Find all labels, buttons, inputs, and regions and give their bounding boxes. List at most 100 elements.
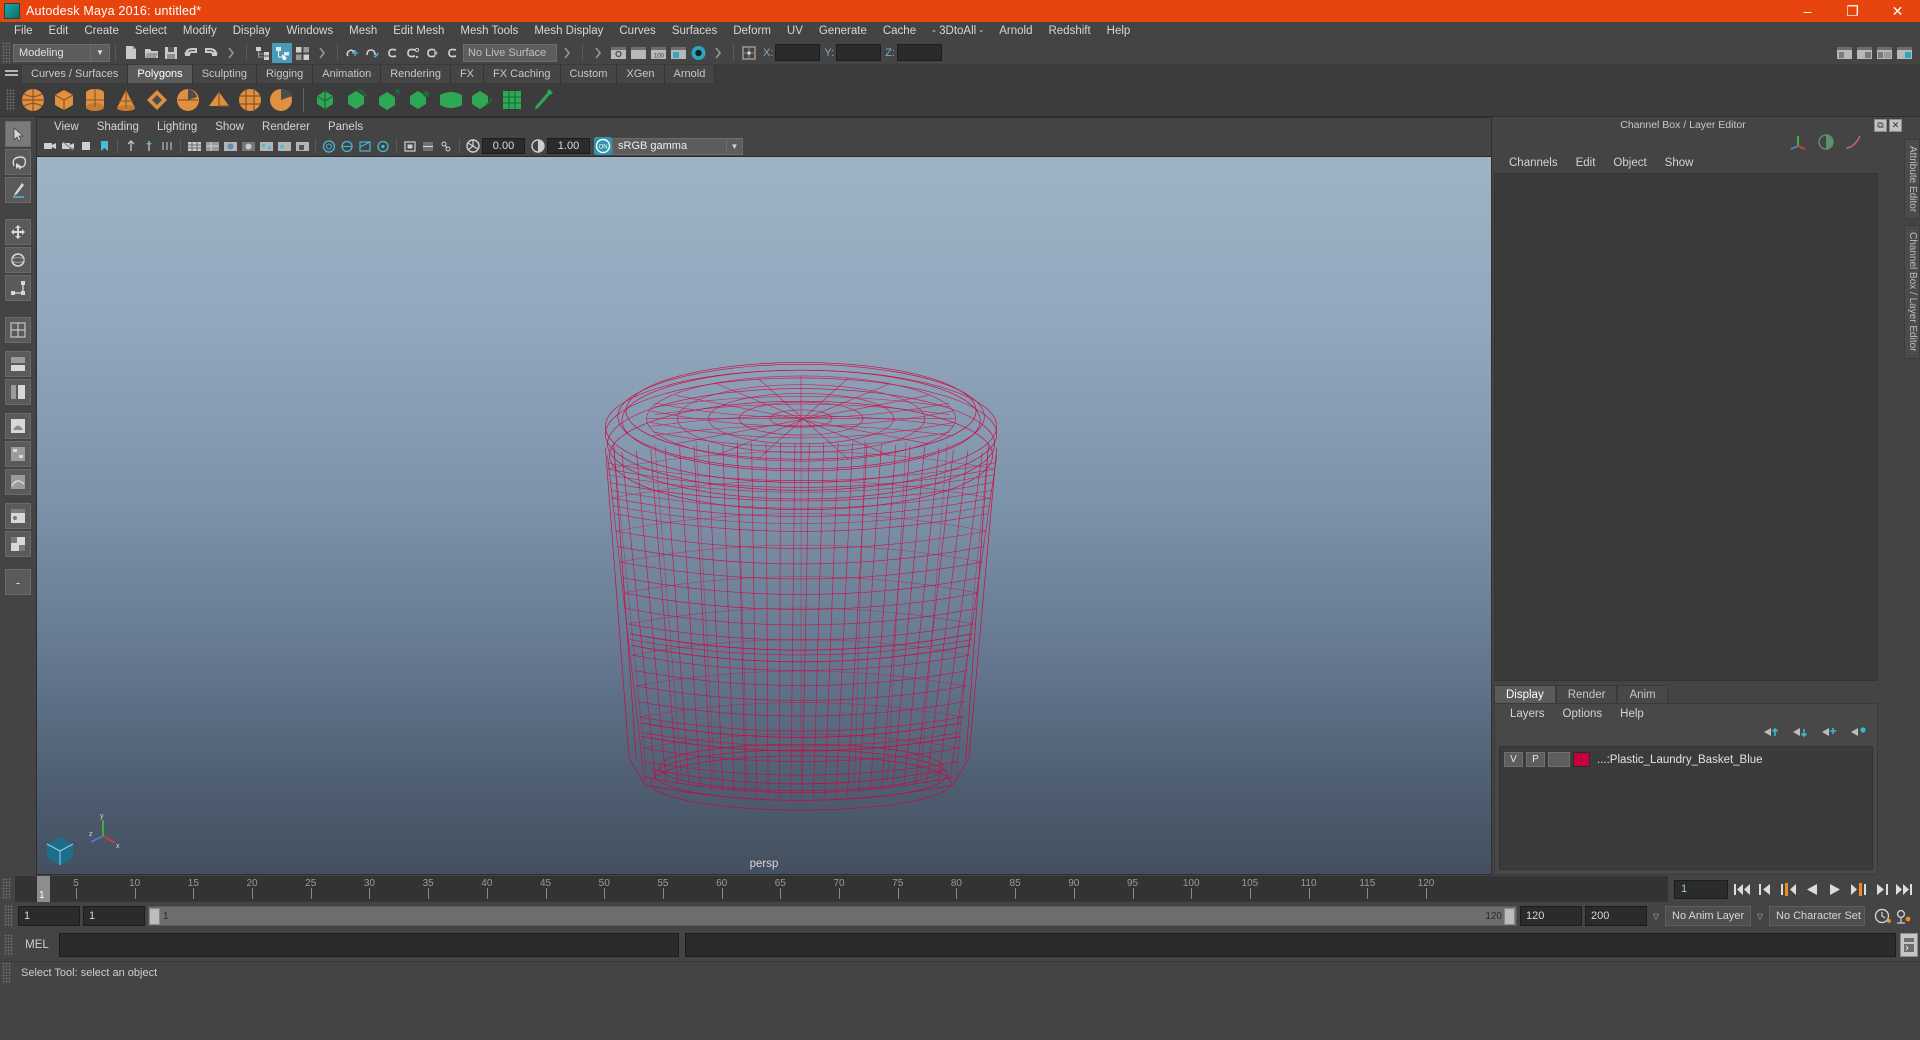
go-to-start-icon[interactable] xyxy=(1734,881,1751,898)
menu-select[interactable]: Select xyxy=(127,22,175,41)
shelf-tab-fx[interactable]: FX xyxy=(450,65,485,83)
layer-name-label[interactable]: ...:Plastic_Laundry_Basket_Blue xyxy=(1597,754,1763,766)
maximize-button[interactable]: ❐ xyxy=(1830,0,1875,22)
panel-undock-icon[interactable]: ⧉ xyxy=(1874,118,1887,132)
menu-help[interactable]: Help xyxy=(1099,22,1139,41)
play-forwards-icon[interactable] xyxy=(1826,881,1843,898)
menu-arnold[interactable]: Arnold xyxy=(991,22,1040,41)
layer-tab-render[interactable]: Render xyxy=(1555,685,1618,703)
paint-select-tool-button[interactable] xyxy=(5,177,31,203)
channel-menu-edit[interactable]: Edit xyxy=(1567,157,1605,169)
layout-outliner-persp-button[interactable] xyxy=(5,379,31,405)
show-hide-modeling-toolkit-icon[interactable] xyxy=(1834,43,1854,63)
layout-custom-button[interactable] xyxy=(5,531,31,557)
move-layer-down-icon[interactable] xyxy=(1792,726,1809,742)
show-hide-channel-box-right-icon[interactable] xyxy=(1894,43,1914,63)
command-language-label[interactable]: MEL xyxy=(15,939,59,951)
step-back-key-icon[interactable] xyxy=(1757,881,1774,898)
poly-helix-icon[interactable] xyxy=(265,84,296,115)
viewport-menu-panels[interactable]: Panels xyxy=(319,121,372,133)
auto-keyframe-toggle-icon[interactable] xyxy=(1874,908,1891,925)
smooth-shade-all-icon[interactable] xyxy=(239,137,257,155)
viewport-3d-canvas[interactable]: y x z persp xyxy=(37,157,1491,874)
menu-mesh-display[interactable]: Mesh Display xyxy=(526,22,611,41)
color-management-toggle-icon[interactable]: ON xyxy=(594,137,612,155)
smooth-icon[interactable] xyxy=(466,84,497,115)
time-slider-track[interactable]: 1 5 10 15 20 25 30 35 40 45 50 55 60 65 70 75 80 85 90 95 1… xyxy=(15,876,1668,902)
shelf-tab-xgen[interactable]: XGen xyxy=(617,65,665,83)
toolbar-grip[interactable] xyxy=(2,41,11,64)
layout-hypershade-button[interactable] xyxy=(5,503,31,529)
channel-menu-show[interactable]: Show xyxy=(1656,157,1703,169)
wireframe-on-shaded-icon[interactable] xyxy=(203,137,221,155)
layer-menu-options[interactable]: Options xyxy=(1554,708,1612,720)
toolbar-expander-icon[interactable] xyxy=(312,43,332,63)
make-live-icon[interactable] xyxy=(443,43,463,63)
live-surface-field[interactable]: No Live Surface xyxy=(463,43,557,62)
menu-curves[interactable]: Curves xyxy=(611,22,663,41)
show-hide-editors-icon[interactable] xyxy=(608,43,628,63)
grid-toggle-icon[interactable] xyxy=(158,137,176,155)
toolbar-expander-icon[interactable] xyxy=(557,43,577,63)
viewport-menu-renderer[interactable]: Renderer xyxy=(253,121,319,133)
viewport-menu-lighting[interactable]: Lighting xyxy=(148,121,206,133)
menu-3dtoall[interactable]: - 3DtoAll - xyxy=(924,22,991,41)
shelf-grip[interactable] xyxy=(6,88,15,111)
image-plane-icon[interactable] xyxy=(122,137,140,155)
menu-mesh-tools[interactable]: Mesh Tools xyxy=(452,22,526,41)
exposure-icon[interactable] xyxy=(464,137,482,155)
layer-tab-anim[interactable]: Anim xyxy=(1617,685,1668,703)
layer-list[interactable]: V P ...:Plastic_Laundry_Basket_Blue xyxy=(1499,746,1873,870)
animation-preferences-icon[interactable] xyxy=(1894,908,1911,925)
menu-uv[interactable]: UV xyxy=(779,22,811,41)
step-forward-frame-icon[interactable] xyxy=(1849,881,1866,898)
xray-joints-icon[interactable] xyxy=(437,137,455,155)
lasso-select-tool-button[interactable] xyxy=(5,149,31,175)
snap-to-projected-center-icon[interactable] xyxy=(403,43,423,63)
show-hide-attribute-editor-icon[interactable] xyxy=(628,43,648,63)
save-scene-icon[interactable] xyxy=(161,43,181,63)
shelf-tab-sculpting[interactable]: Sculpting xyxy=(192,65,257,83)
color-profile-selector[interactable]: sRGB gamma xyxy=(612,137,727,155)
isolate-select-icon[interactable] xyxy=(401,137,419,155)
smooth-shade-icon[interactable] xyxy=(221,137,239,155)
layer-tab-display[interactable]: Display xyxy=(1494,685,1556,703)
layout-more-button[interactable]: - xyxy=(5,569,31,595)
anim-start-field[interactable]: 1 xyxy=(18,906,80,926)
channel-menu-channels[interactable]: Channels xyxy=(1500,157,1567,169)
layer-visibility-toggle[interactable]: V xyxy=(1504,752,1523,767)
shadows-icon[interactable] xyxy=(293,137,311,155)
range-right-handle[interactable] xyxy=(1504,907,1515,925)
layout-graph-editor-button[interactable] xyxy=(5,469,31,495)
camera-attributes-icon[interactable] xyxy=(77,137,95,155)
color-profile-chevron-down-icon[interactable]: ▼ xyxy=(727,137,743,155)
shelf-tab-fx-caching[interactable]: FX Caching xyxy=(484,65,561,83)
shelf-tab-rendering[interactable]: Rendering xyxy=(381,65,451,83)
menu-generate[interactable]: Generate xyxy=(811,22,875,41)
coord-z-field[interactable] xyxy=(896,44,942,61)
go-to-end-icon[interactable] xyxy=(1895,881,1912,898)
character-set-field[interactable]: No Character Set xyxy=(1769,906,1865,926)
shelf-tab-custom[interactable]: Custom xyxy=(560,65,618,83)
show-hide-attr-editor-right-icon[interactable] xyxy=(1854,43,1874,63)
toolbar-expander-icon[interactable] xyxy=(588,43,608,63)
coord-y-field[interactable] xyxy=(836,44,882,61)
scale-tool-button[interactable] xyxy=(5,275,31,301)
anim-layer-chevron-icon[interactable]: ▽ xyxy=(1650,912,1662,921)
show-hide-tool-settings-left-icon[interactable] xyxy=(1874,43,1894,63)
timeline-grip[interactable] xyxy=(2,878,11,900)
undo-icon[interactable] xyxy=(181,43,201,63)
viewport-menu-view[interactable]: View xyxy=(45,121,88,133)
render-view-icon[interactable] xyxy=(688,43,708,63)
anim-layer-field[interactable]: No Anim Layer xyxy=(1665,906,1751,926)
menu-edit-mesh[interactable]: Edit Mesh xyxy=(385,22,452,41)
multi-cut-icon[interactable] xyxy=(497,84,528,115)
snap-to-point-icon[interactable] xyxy=(383,43,403,63)
rangebar-grip[interactable] xyxy=(4,905,13,927)
poly-sphere-icon[interactable] xyxy=(17,84,48,115)
layer-menu-layers[interactable]: Layers xyxy=(1501,708,1554,720)
menu-edit[interactable]: Edit xyxy=(41,22,77,41)
menu-redshift[interactable]: Redshift xyxy=(1040,22,1098,41)
panel-close-icon[interactable]: ✕ xyxy=(1889,118,1902,132)
close-button[interactable]: ✕ xyxy=(1875,0,1920,22)
